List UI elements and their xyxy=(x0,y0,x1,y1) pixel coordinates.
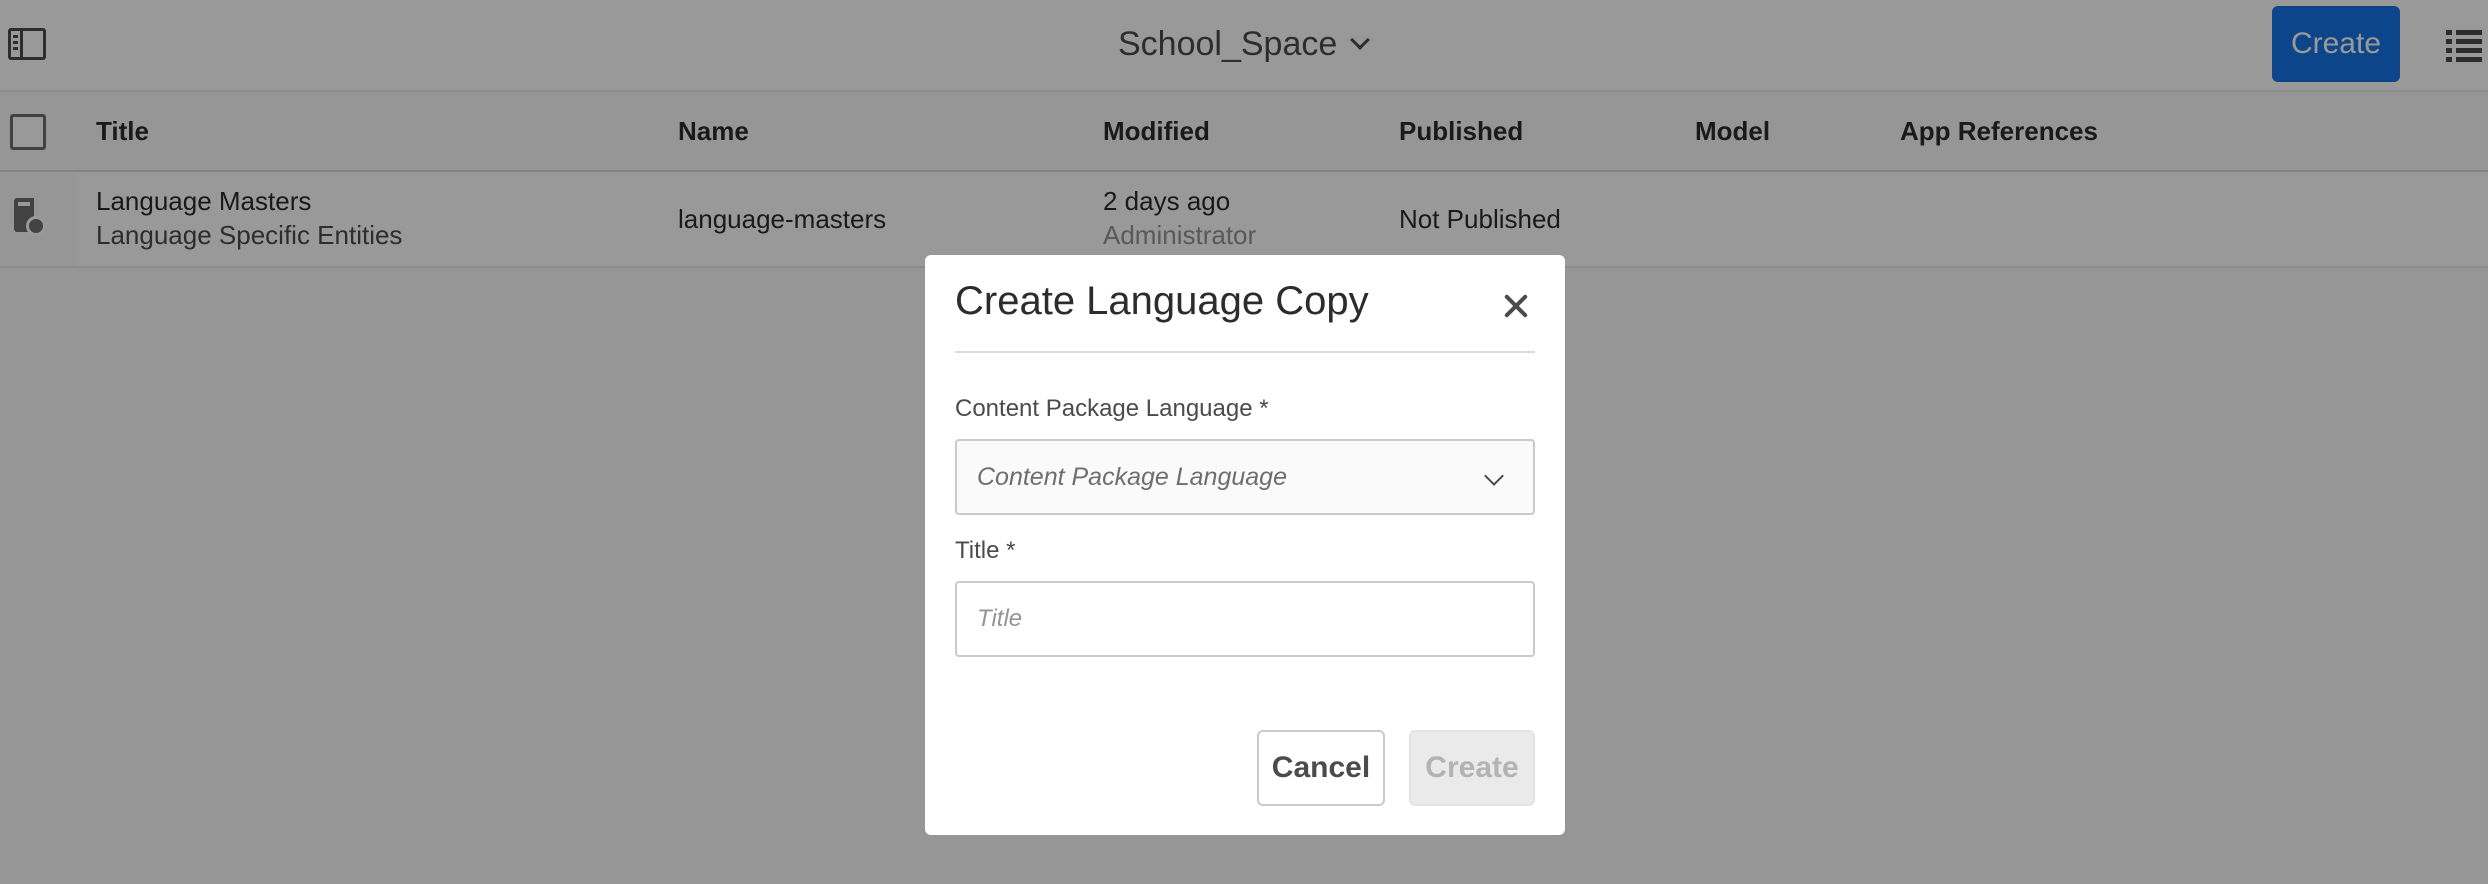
title-field-label: Title * xyxy=(955,537,1016,564)
dialog-create-button[interactable]: Create xyxy=(1409,730,1535,806)
dialog-divider xyxy=(955,351,1535,353)
cancel-button[interactable]: Cancel xyxy=(1257,730,1385,806)
content-package-language-select[interactable]: Content Package Language xyxy=(955,439,1535,515)
chevron-down-icon xyxy=(1484,466,1504,486)
dialog-title: Create Language Copy xyxy=(955,279,1369,323)
create-language-copy-dialog: Create Language Copy Content Package Lan… xyxy=(925,255,1565,835)
language-field-label: Content Package Language * xyxy=(955,395,1269,422)
close-icon[interactable] xyxy=(1501,291,1531,321)
title-input[interactable] xyxy=(955,581,1535,657)
language-select-placeholder: Content Package Language xyxy=(977,463,1287,491)
